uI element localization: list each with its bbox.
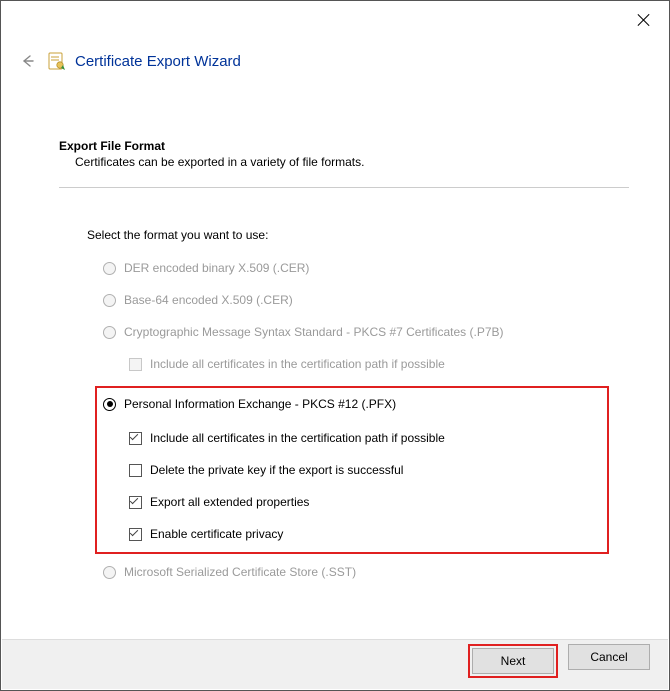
certificate-icon — [47, 51, 67, 71]
checkbox-pfx-cert-privacy[interactable]: Enable certificate privacy — [129, 524, 601, 544]
radio-icon — [103, 398, 116, 411]
wizard-content: Export File Format Certificates can be e… — [59, 139, 629, 594]
radio-sst: Microsoft Serialized Certificate Store (… — [103, 562, 629, 582]
radio-p7b: Cryptographic Message Syntax Standard - … — [103, 322, 629, 342]
format-options: DER encoded binary X.509 (.CER) Base-64 … — [103, 258, 629, 582]
cancel-button-label: Cancel — [590, 650, 627, 664]
radio-der-label: DER encoded binary X.509 (.CER) — [124, 261, 309, 275]
next-button[interactable]: Next — [472, 648, 554, 674]
radio-sst-label: Microsoft Serialized Certificate Store (… — [124, 565, 356, 579]
radio-icon — [103, 262, 116, 275]
select-format-label: Select the format you want to use: — [87, 228, 629, 242]
radio-base64-label: Base-64 encoded X.509 (.CER) — [124, 293, 293, 307]
checkbox-pfx-delete-key-label: Delete the private key if the export is … — [150, 463, 403, 477]
radio-pfx-label: Personal Information Exchange - PKCS #12… — [124, 397, 396, 411]
back-arrow-icon[interactable] — [19, 53, 35, 69]
wizard-window: Certificate Export Wizard Export File Fo… — [0, 0, 670, 691]
radio-icon — [103, 294, 116, 307]
checkbox-pfx-delete-key[interactable]: Delete the private key if the export is … — [129, 460, 601, 480]
checkbox-p7b-include-chain-label: Include all certificates in the certific… — [150, 357, 445, 371]
cancel-button[interactable]: Cancel — [568, 644, 650, 670]
radio-icon — [103, 326, 116, 339]
next-button-highlight: Next — [468, 644, 558, 678]
checkbox-pfx-include-chain[interactable]: Include all certificates in the certific… — [129, 428, 601, 448]
wizard-header: Certificate Export Wizard — [19, 51, 651, 71]
footer-buttons: Next Cancel — [468, 644, 650, 678]
section-heading: Export File Format — [59, 139, 629, 153]
radio-pfx[interactable]: Personal Information Exchange - PKCS #12… — [103, 394, 601, 414]
checkbox-pfx-export-props[interactable]: Export all extended properties — [129, 492, 601, 512]
divider — [59, 187, 629, 188]
footer-bar: Next Cancel — [2, 639, 668, 689]
radio-base64: Base-64 encoded X.509 (.CER) — [103, 290, 629, 310]
next-button-label: Next — [501, 654, 526, 668]
radio-der: DER encoded binary X.509 (.CER) — [103, 258, 629, 278]
radio-p7b-label: Cryptographic Message Syntax Standard - … — [124, 325, 504, 339]
checkbox-icon — [129, 496, 142, 509]
close-icon[interactable] — [637, 13, 651, 27]
checkbox-icon — [129, 528, 142, 541]
checkbox-pfx-export-props-label: Export all extended properties — [150, 495, 309, 509]
checkbox-icon — [129, 358, 142, 371]
wizard-title: Certificate Export Wizard — [75, 53, 241, 70]
checkbox-pfx-cert-privacy-label: Enable certificate privacy — [150, 527, 283, 541]
pfx-highlight-box: Personal Information Exchange - PKCS #12… — [95, 386, 609, 554]
checkbox-icon — [129, 464, 142, 477]
checkbox-pfx-include-chain-label: Include all certificates in the certific… — [150, 431, 445, 445]
checkbox-icon — [129, 432, 142, 445]
radio-icon — [103, 566, 116, 579]
section-subtext: Certificates can be exported in a variet… — [75, 155, 629, 169]
checkbox-p7b-include-chain: Include all certificates in the certific… — [129, 354, 629, 374]
